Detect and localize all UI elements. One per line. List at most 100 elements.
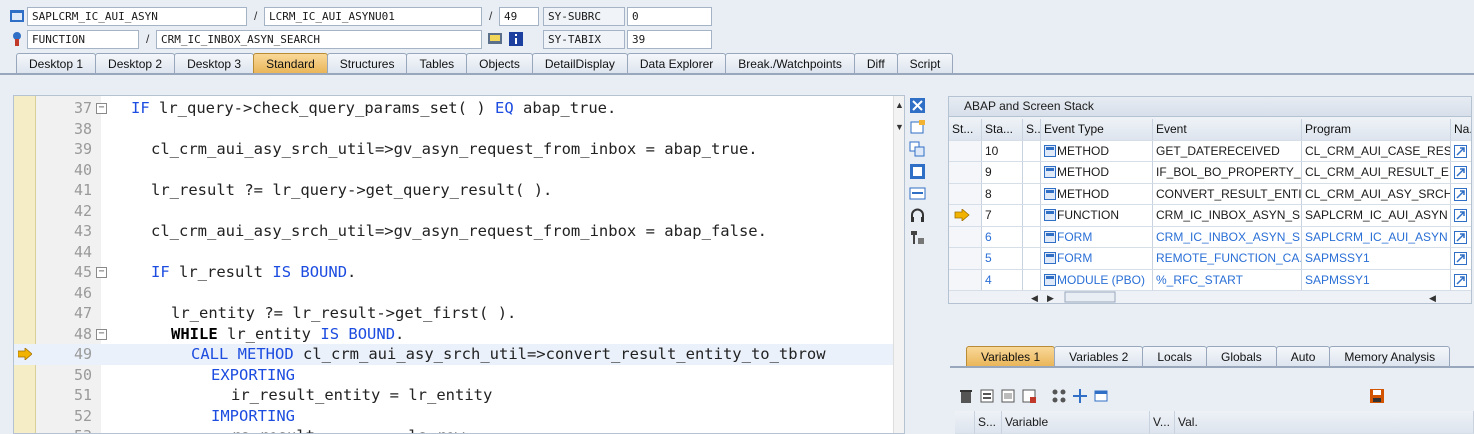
separator-slash: / (489, 9, 493, 23)
stack-row[interactable]: 10 METHOD GET_DATERECEIVED CL_CRM_AUI_CASE_… (949, 140, 1471, 162)
include-field[interactable]: LCRM_IC_AUI_ASYNU01 (264, 7, 482, 26)
event-col[interactable]: Event (1153, 119, 1302, 141)
code-line[interactable]: 44 (14, 242, 904, 263)
stack-row[interactable]: 6 FORM CRM_IC_INBOX_ASYN_S... SAPLCRM_IC_AU… (949, 226, 1471, 248)
display-icon[interactable] (487, 31, 503, 47)
hierarchy-icon[interactable] (1051, 388, 1067, 404)
tab-diff[interactable]: Diff (853, 53, 898, 74)
type-field[interactable]: FUNCTION (27, 30, 139, 49)
save-icon[interactable] (1369, 388, 1385, 404)
maximize-icon[interactable] (909, 163, 926, 180)
tab-standard[interactable]: Standard (253, 53, 328, 74)
code-text: IMPORTING (211, 406, 295, 425)
source-code-editor[interactable]: 37− IF lr_query->check_query_params_set( … (13, 95, 905, 434)
tab-detaildisplay[interactable]: DetailDisplay (531, 53, 628, 74)
code-line[interactable]: 42 (14, 201, 904, 222)
var-v-col[interactable]: V... (1150, 411, 1175, 434)
var-tab-memory-analysis[interactable]: Memory Analysis (1329, 346, 1451, 367)
tab-desktop-3[interactable]: Desktop 3 (174, 53, 255, 74)
sy-tabix-value[interactable]: 39 (627, 30, 712, 49)
stack-row[interactable]: 5 FORM REMOTE_FUNCTION_CA... SAPMSSY1 (949, 248, 1471, 270)
stack-horizontal-scrollbar[interactable]: ◀ ▶ ◀ (1029, 290, 1469, 304)
delete-icon[interactable] (958, 388, 974, 404)
name-col[interactable]: Na... (1451, 119, 1471, 141)
tab-script[interactable]: Script (896, 53, 954, 74)
sy-subrc-value[interactable]: 0 (627, 7, 712, 26)
code-line[interactable]: 49 CALL METHOD cl_crm_aui_asy_srch_util=>… (14, 344, 904, 365)
navigate-icon[interactable] (1454, 166, 1467, 179)
var-tab-variables-2[interactable]: Variables 2 (1054, 346, 1144, 367)
code-line[interactable]: 48− WHILE lr_entity IS BOUND. (14, 324, 904, 345)
tab-desktop-2[interactable]: Desktop 2 (95, 53, 176, 74)
resize-icon[interactable] (909, 185, 926, 202)
code-line[interactable]: 38 (14, 119, 904, 140)
tab-desktop-1[interactable]: Desktop 1 (16, 53, 97, 74)
var-status-col[interactable] (955, 411, 975, 434)
var-value-col[interactable]: Val. (1175, 411, 1474, 434)
var-tab-variables-1[interactable]: Variables 1 (966, 346, 1056, 367)
event-type-col: MODULE (PBO) (1041, 269, 1153, 291)
tab-data-explorer[interactable]: Data Explorer (626, 53, 727, 74)
code-line[interactable]: 46 (14, 283, 904, 304)
fold-toggle-icon[interactable]: − (96, 267, 107, 278)
function-name-field[interactable]: CRM_IC_INBOX_ASYN_SEARCH (156, 30, 482, 49)
scroll-up-icon[interactable]: ▲ (895, 100, 904, 110)
close-icon[interactable] (909, 97, 926, 114)
navigate-icon[interactable] (1454, 209, 1467, 222)
code-line[interactable]: 39 cl_crm_aui_asy_srch_util=>gv_asyn_requ… (14, 139, 904, 160)
code-line[interactable]: 51 ir_result_entity = lr_entity (14, 385, 904, 406)
tab-objects[interactable]: Objects (466, 53, 533, 74)
var-variable-col[interactable]: Variable (1002, 411, 1150, 434)
import-icon[interactable] (1021, 388, 1037, 404)
code-line[interactable]: 37− IF lr_query->check_query_params_set( … (14, 98, 904, 119)
navigate-icon[interactable] (1454, 230, 1467, 244)
stack-level-col[interactable]: Sta... (982, 119, 1023, 141)
program-col[interactable]: Program (1302, 119, 1451, 141)
var-s-col[interactable]: S... (975, 411, 1002, 434)
line-number: 40 (73, 160, 92, 179)
code-line[interactable]: 45− IF lr_result IS BOUND. (14, 262, 904, 283)
tab-break-watchpoints[interactable]: Break./Watchpoints (725, 53, 855, 74)
code-line[interactable]: 52 IMPORTING (14, 406, 904, 427)
info-icon[interactable] (508, 31, 524, 47)
stack-row[interactable]: 8 METHOD CONVERT_RESULT_ENTI... CL_CRM_AUI_… (949, 183, 1471, 205)
status-col[interactable]: St... (949, 119, 982, 141)
program-col: CL_CRM_AUI_ASY_SRCH... (1302, 183, 1451, 205)
program-field[interactable]: SAPLCRM_IC_AUI_ASYN (27, 7, 247, 26)
code-line[interactable]: 41 lr_result ?= lr_query->get_query_resul… (14, 180, 904, 201)
navigate-icon[interactable] (1454, 187, 1467, 201)
event-type-icon (1044, 209, 1056, 221)
navigate-icon[interactable] (1454, 252, 1467, 265)
var-tab-locals[interactable]: Locals (1142, 346, 1207, 367)
editor-scrollbar[interactable]: ▲ ▼ (893, 96, 904, 433)
fold-toggle-icon[interactable]: − (96, 328, 107, 340)
navigate-icon[interactable] (1454, 144, 1467, 158)
tab-structures[interactable]: Structures (326, 53, 408, 74)
stack-row[interactable]: 9 METHOD IF_BOL_BO_PROPERTY_... CL_CRM_AUI_… (949, 162, 1471, 184)
copy-icon[interactable] (909, 141, 926, 158)
var-tab-globals[interactable]: Globals (1206, 346, 1277, 367)
event-type-col[interactable]: Event Type (1041, 119, 1153, 141)
stack-row[interactable]: 7 FUNCTION CRM_IC_INBOX_ASYN_S... SAPLCRM_I… (949, 205, 1471, 227)
line-field[interactable]: 49 (499, 7, 539, 26)
fold-toggle-icon[interactable]: − (96, 103, 107, 114)
new-window-icon[interactable] (909, 119, 926, 136)
navigate-icon[interactable] (1454, 273, 1467, 287)
scroll-down-icon[interactable]: ▼ (895, 122, 904, 132)
code-line[interactable]: 47 lr_entity ?= lr_result->get_first( ). (14, 303, 904, 324)
var-tab-auto[interactable]: Auto (1275, 346, 1331, 367)
code-line[interactable]: 50 EXPORTING (14, 365, 904, 386)
move-icon[interactable] (1072, 388, 1088, 404)
event-type-label: FORM (1057, 251, 1093, 265)
settings-icon[interactable] (909, 229, 926, 246)
insert-icon[interactable] (979, 388, 995, 404)
stack-row[interactable]: 4 MODULE (PBO) %_RFC_START SAPMSSY1 (949, 269, 1471, 291)
append-icon[interactable] (1000, 388, 1016, 404)
code-line[interactable]: 40 (14, 160, 904, 181)
code-line[interactable]: 53 rs_result = ls_row. (14, 426, 904, 433)
tab-tables[interactable]: Tables (406, 53, 468, 74)
headset-icon[interactable] (909, 207, 926, 224)
code-line[interactable]: 43 cl_crm_aui_asy_srch_util=>gv_asyn_requ… (14, 221, 904, 242)
window-icon[interactable] (1093, 388, 1109, 404)
screen-col[interactable]: S... (1023, 119, 1041, 141)
